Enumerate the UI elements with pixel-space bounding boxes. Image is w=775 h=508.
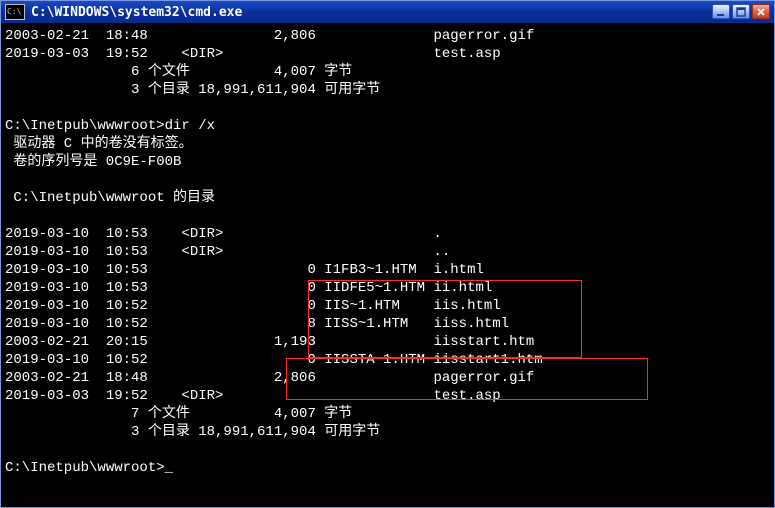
terminal-line: C:\Inetpub\wwwroot>dir /x: [5, 117, 768, 135]
terminal-line: [5, 441, 768, 459]
terminal-line: 2019-03-10 10:53 0 IIDFE5~1.HTM ii.html: [5, 279, 768, 297]
terminal-line: 2019-03-10 10:53 0 I1FB3~1.HTM i.html: [5, 261, 768, 279]
terminal-line: 2003-02-21 20:15 1,193 iisstart.htm: [5, 333, 768, 351]
maximize-button[interactable]: [732, 4, 750, 19]
terminal-output[interactable]: 2003-02-21 18:48 2,806 pagerror.gif2019-…: [1, 23, 774, 507]
terminal-line: 6 个文件 4,007 字节: [5, 63, 768, 81]
terminal-line: 2019-03-10 10:53 <DIR> .: [5, 225, 768, 243]
terminal-line: 驱动器 C 中的卷没有标签。: [5, 135, 768, 153]
terminal-line: 2019-03-10 10:52 0 IIS~1.HTM iis.html: [5, 297, 768, 315]
window-title: C:\WINDOWS\system32\cmd.exe: [31, 5, 242, 20]
cmd-window: C:\ C:\WINDOWS\system32\cmd.exe 2003-02-…: [0, 0, 775, 508]
titlebar[interactable]: C:\ C:\WINDOWS\system32\cmd.exe: [1, 1, 774, 23]
terminal-line: 3 个目录 18,991,611,904 可用字节: [5, 423, 768, 441]
terminal-line: 2003-02-21 18:48 2,806 pagerror.gif: [5, 27, 768, 45]
close-button[interactable]: [752, 4, 770, 19]
terminal-line: 2019-03-10 10:52 8 IISS~1.HTM iiss.html: [5, 315, 768, 333]
terminal-line: [5, 99, 768, 117]
terminal-line: 2003-02-21 18:48 2,806 pagerror.gif: [5, 369, 768, 387]
terminal-line: 卷的序列号是 0C9E-F00B: [5, 153, 768, 171]
terminal-line: C:\Inetpub\wwwroot 的目录: [5, 189, 768, 207]
minimize-button[interactable]: [712, 4, 730, 19]
terminal-line: [5, 207, 768, 225]
terminal-line: 2019-03-03 19:52 <DIR> test.asp: [5, 45, 768, 63]
cmd-icon: C:\: [5, 4, 25, 20]
terminal-line: [5, 171, 768, 189]
terminal-line: 2019-03-10 10:53 <DIR> ..: [5, 243, 768, 261]
terminal-line: 2019-03-03 19:52 <DIR> test.asp: [5, 387, 768, 405]
terminal-line: 2019-03-10 10:52 0 IISSTA~1.HTM iisstart…: [5, 351, 768, 369]
terminal-line: C:\Inetpub\wwwroot>_: [5, 459, 768, 477]
terminal-line: 7 个文件 4,007 字节: [5, 405, 768, 423]
terminal-line: 3 个目录 18,991,611,904 可用字节: [5, 81, 768, 99]
window-controls: [710, 4, 770, 19]
